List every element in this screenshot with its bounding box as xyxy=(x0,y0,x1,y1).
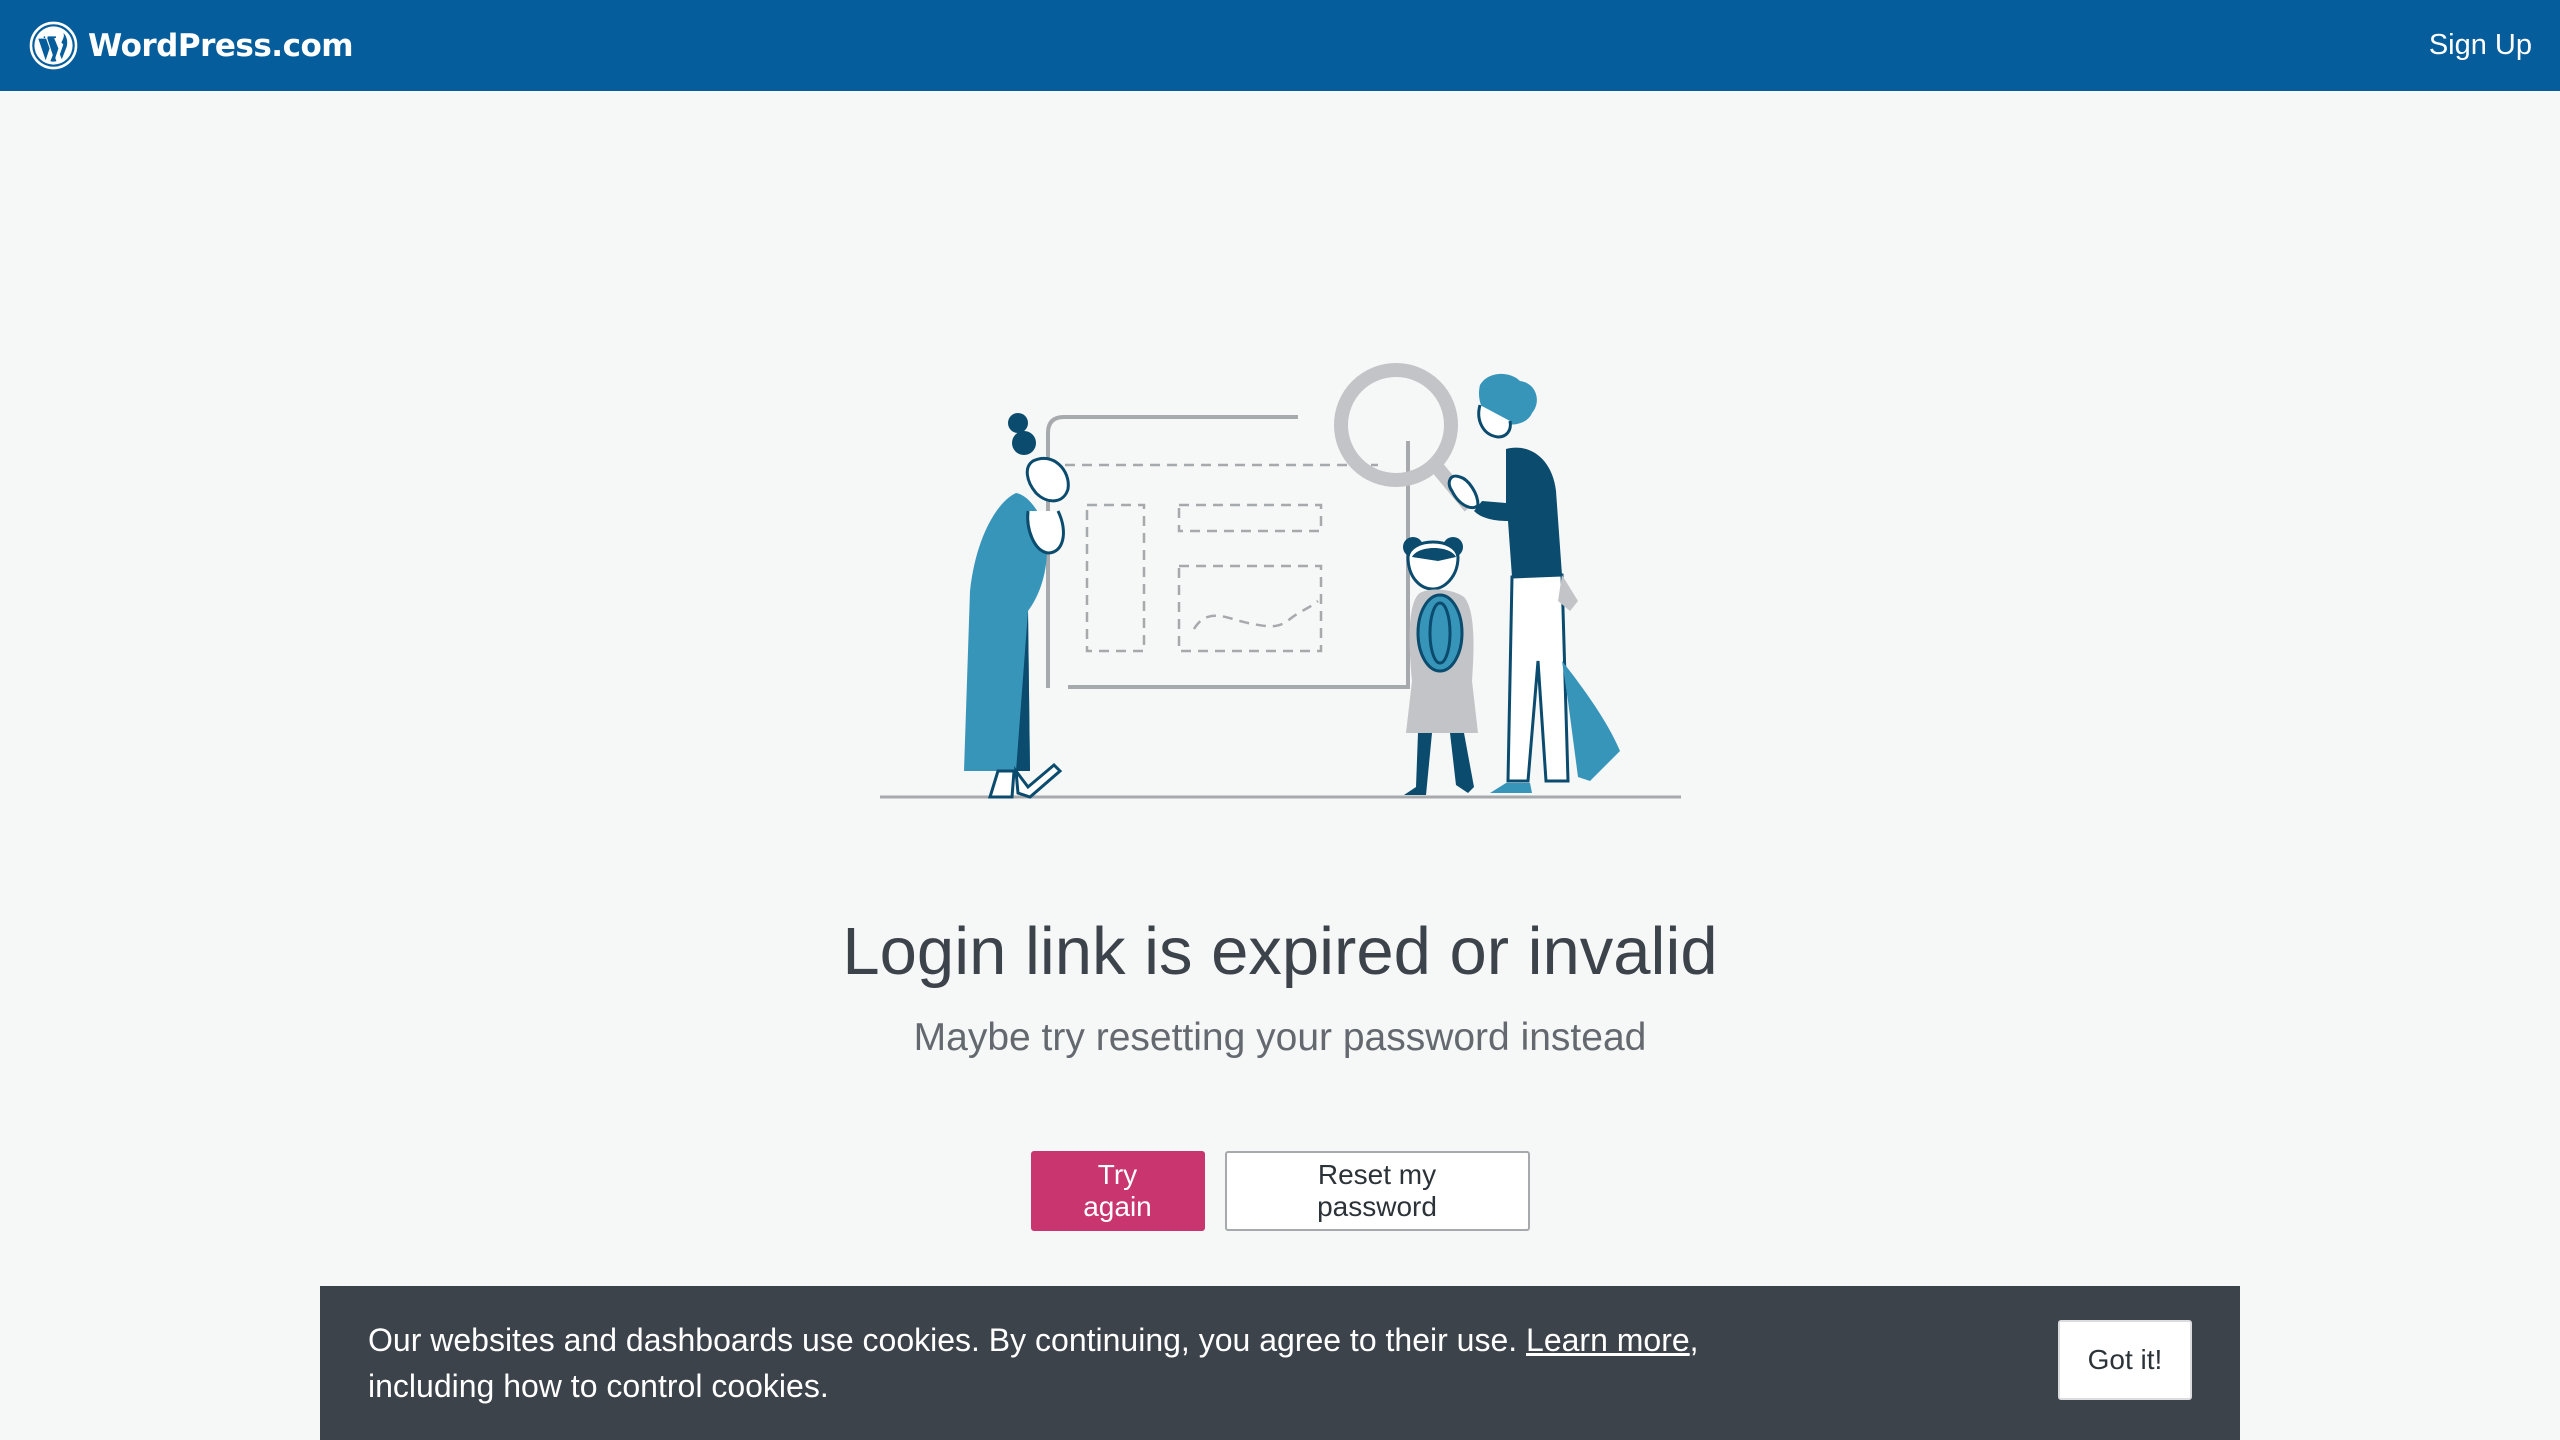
learn-more-link[interactable]: Learn more xyxy=(1526,1322,1690,1358)
cookie-accept-button[interactable]: Got it! xyxy=(2058,1320,2192,1400)
sign-up-link[interactable]: Sign Up xyxy=(2429,29,2532,62)
try-again-button[interactable]: Try again xyxy=(1030,1151,1205,1231)
wordpress-logo-icon xyxy=(29,21,78,70)
cookie-text-before: Our websites and dashboards use cookies.… xyxy=(368,1322,1527,1358)
masthead: WordPress.com Sign Up xyxy=(0,0,2560,91)
page-title: Login link is expired or invalid xyxy=(842,914,1718,989)
wordpress-home-link[interactable]: WordPress.com xyxy=(29,21,354,70)
cookie-banner: Our websites and dashboards use cookies.… xyxy=(320,1286,2240,1440)
cookie-message: Our websites and dashboards use cookies.… xyxy=(368,1317,1768,1409)
brand-name: WordPress.com xyxy=(88,27,354,64)
reset-password-button[interactable]: Reset my password xyxy=(1224,1151,1530,1231)
action-buttons: Try again Reset my password xyxy=(0,1151,2560,1231)
page-subtitle: Maybe try resetting your password instea… xyxy=(913,1016,1647,1059)
people-inspecting-webpage-illustration xyxy=(880,363,1681,799)
